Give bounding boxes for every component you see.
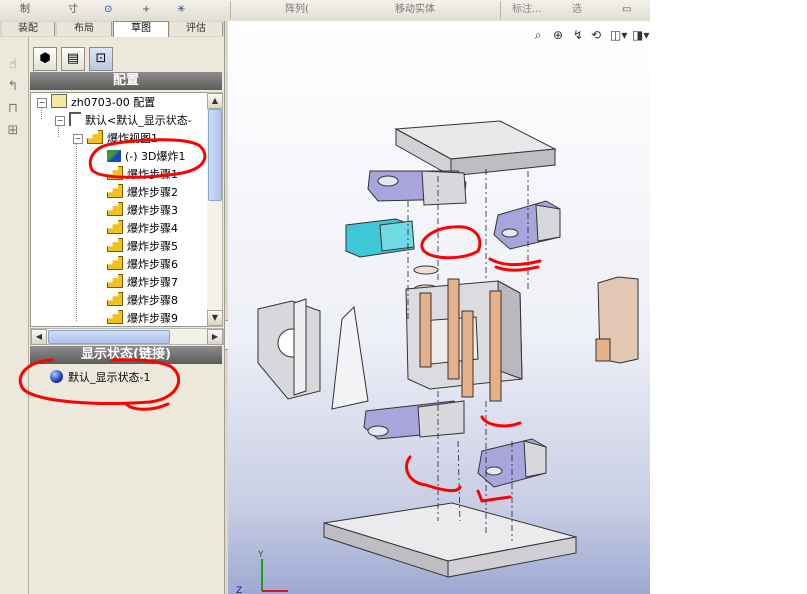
explode-step-icon [107,292,123,306]
axis-triad: Y Z [236,550,288,594]
collapse-icon[interactable]: − [37,98,47,108]
tree-3d-explode[interactable]: (-) 3D爆炸1 [107,148,186,165]
mate-tool-icon[interactable]: ↰ [5,79,21,95]
scroll-left-icon[interactable]: ◀ [31,329,47,345]
explode-step-icon [107,274,123,288]
lower-left-clamp [363,400,465,440]
tree-explode-step[interactable]: 爆炸步骤1 [107,166,178,183]
configuration-tree: − zh0703-00 配置 − 默认<默认_显示状态- − 爆炸视图1 (-)… [30,92,208,327]
display-state-header: 显示状态(链接) [30,346,222,364]
grid-tool-icon[interactable]: ⊞ [5,123,21,139]
tree-explode-step[interactable]: 爆炸步骤3 [107,202,178,219]
explode-step-icon [107,184,123,198]
side-bracket [595,276,639,364]
tree-explode-step[interactable]: 爆炸步骤2 [107,184,178,201]
circle-tool-icon[interactable]: ⊙ [104,2,112,18]
scroll-thumb[interactable] [48,330,170,344]
tree-config-default[interactable]: 默认<默认_显示状态- [69,112,192,129]
property-manager-icon[interactable]: ▤ [61,47,85,71]
explode-step-icon [107,220,123,234]
command-toolbar: 制 寸 ⊙ + ✳ 阵列( 移动实体 标注... 选 ▭ [0,0,650,22]
graphics-viewport[interactable]: ⌕ ⊕ ↯ ⟲ ◫▾ ◨▾ Y Z [228,21,650,594]
collapse-icon[interactable]: − [55,116,65,126]
explode-step-icon [107,166,123,180]
svg-text:Z: Z [236,586,242,594]
move-entity-button[interactable]: 移动实体 [395,2,435,18]
smart-fastener-icon[interactable]: ⊓ [5,101,21,117]
explode-step-icon [107,256,123,270]
dimension-button[interactable]: 标注... [512,2,542,18]
tab-sketch[interactable]: 草图 [113,21,169,38]
configuration-manager-panel: ⬢ ▤ ⊡ 配置 − zh0703-00 配置 − 默认<默认_显示状态- − … [29,37,224,594]
tree-vertical-scrollbar[interactable]: ▲ ▼ [207,92,223,327]
add-tool-icon[interactable]: + [142,2,150,18]
exploded-assembly-drawing: Y Z [236,120,639,594]
scroll-up-icon[interactable]: ▲ [207,93,223,109]
left-side-plate [257,298,321,400]
configuration-manager-icon[interactable]: ⊡ [89,47,113,71]
tree-root[interactable]: zh0703-00 配置 [51,94,155,111]
tree-explode-step[interactable]: 爆炸步骤5 [107,238,178,255]
cyan-block [345,218,415,258]
display-state-item[interactable]: 默认_显示状态-1 [50,369,150,386]
command-manager-tabs: 装配 布局 草图 评估 [0,21,224,38]
tree-explode-step[interactable]: 爆炸步骤8 [107,292,178,309]
top-plate [394,120,557,177]
tree-explode-step[interactable]: 爆炸步骤7 [107,274,178,291]
explode-step-icon [107,238,123,252]
tab-evaluate[interactable]: 评估 [170,22,223,36]
tree-explode-step[interactable]: 爆炸步骤4 [107,220,178,237]
toolbar-item[interactable]: 寸 [68,2,78,18]
scroll-thumb[interactable] [208,109,222,201]
pattern-button[interactable]: 阵列( [285,2,309,18]
tree-horizontal-scrollbar[interactable]: ◀ ▶ [30,328,224,345]
toolbar-separator [230,1,231,19]
select-button[interactable]: 选 [572,2,582,18]
left-tool-strip: ☝ ↰ ⊓ ⊞ [0,37,29,594]
upper-left-clamp [367,170,467,206]
tree-explode-step[interactable]: 爆炸步骤9 [107,310,178,326]
configuration-header: 配置 [30,72,222,90]
explode-step-icon [107,310,123,324]
collapse-icon[interactable]: − [73,134,83,144]
triangle-rib [331,305,369,410]
tree-explode-view[interactable]: 爆炸视图1 [87,130,158,147]
base-plate [323,502,577,578]
explode-step-icon [107,202,123,216]
config-icon [69,112,81,126]
point-tool-icon[interactable]: ✳ [177,2,185,18]
toolbar-separator [500,1,501,19]
svg-text:Y: Y [257,550,264,560]
assembly-config-icon [51,94,67,108]
toolbar-item[interactable]: 制 [20,2,30,18]
application-window: 制 寸 ⊙ + ✳ 阵列( 移动实体 标注... 选 ▭ 装配 布局 草图 评估… [0,0,650,594]
tree-explode-step[interactable]: 爆炸步骤6 [107,256,178,273]
scroll-down-icon[interactable]: ▼ [207,310,223,326]
hand-tool-icon[interactable]: ☝ [5,57,21,73]
window-icon[interactable]: ▭ [622,2,631,18]
scroll-right-icon[interactable]: ▶ [207,329,223,345]
tab-layout[interactable]: 布局 [57,22,112,36]
manager-tabs: ⬢ ▤ ⊡ [31,47,221,71]
upper-right-clamp [493,200,561,250]
explode-view-icon [87,130,103,144]
tab-assembly[interactable]: 装配 [2,22,55,36]
feature-manager-icon[interactable]: ⬢ [33,47,57,71]
display-state-list: 默认_显示状态-1 [30,367,222,594]
display-state-icon [50,370,63,383]
3d-explode-icon [107,150,121,162]
